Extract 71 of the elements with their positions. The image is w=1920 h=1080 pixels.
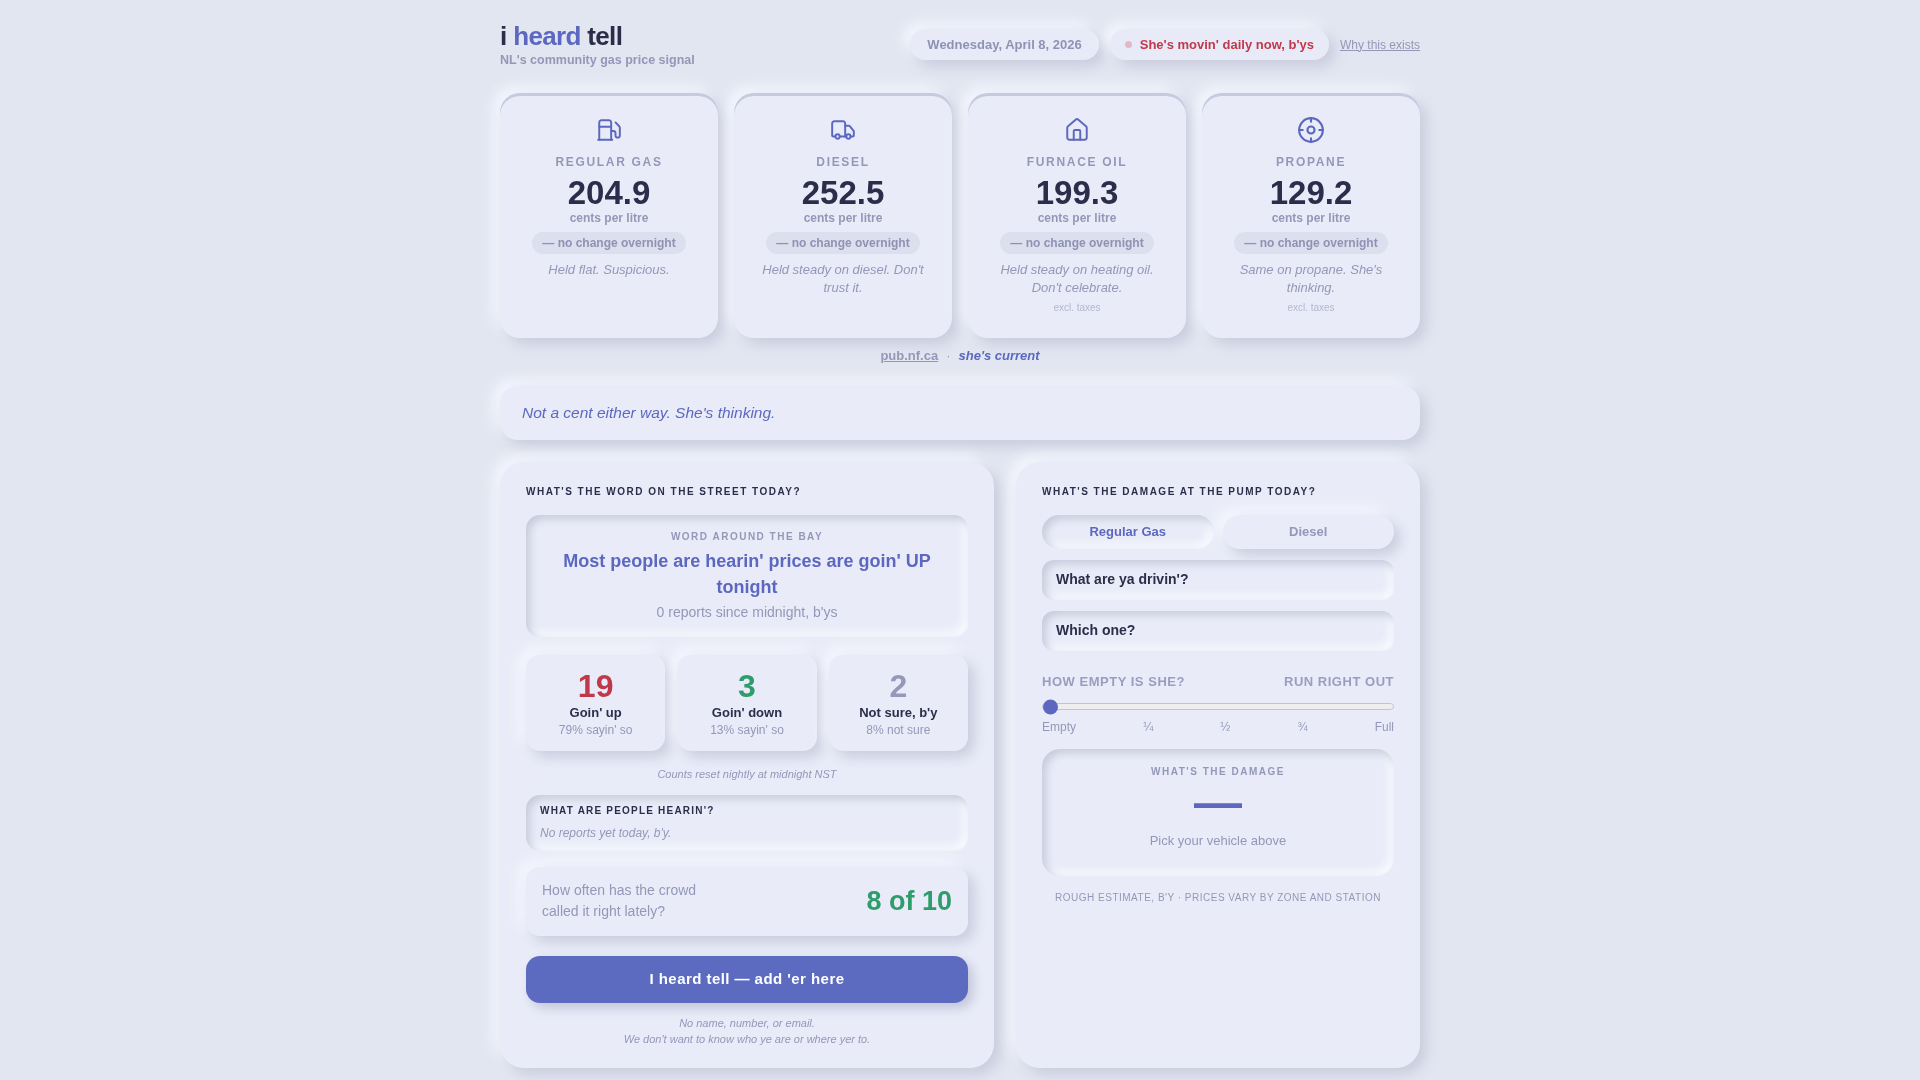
vehicle-select[interactable]: What are ya drivin'?	[1042, 559, 1394, 600]
vote-share: 79% sayin' so	[558, 722, 633, 738]
slider-tick-label: ¾	[1297, 719, 1308, 736]
fuel-note: Same on propane. She's thinking.	[1238, 261, 1384, 297]
empty-reports-text: No reports yet today, b'y.	[540, 825, 673, 840]
price-unit: cents per litre	[1037, 211, 1117, 225]
privacy-note: We don't want to know who ye are or where yer to.	[623, 1031, 871, 1047]
add-report-button[interactable]: I heard tell — add 'er here	[526, 955, 968, 1003]
report-count: 0 reports since midnight, b'ys	[656, 602, 838, 622]
fuel-price: 199.3	[1035, 175, 1119, 211]
section-heading: WHAT'S THE DAMAGE AT THE PUMP TODAY?	[1042, 485, 1318, 498]
fuel-label: DIESEL	[816, 154, 870, 171]
consensus-eyebrow: WORD AROUND THE BAY	[670, 529, 824, 544]
source-link[interactable]: pub.nf.ca	[880, 346, 939, 366]
fuel-tab[interactable]: Regular Gas	[1042, 514, 1214, 549]
consensus-headline: Most people are hearin' prices are goin' UP tonight	[562, 549, 932, 599]
vote-count: 2	[889, 668, 908, 703]
vote-label: Not sure, b'y	[859, 704, 938, 721]
estimate-value: —	[1194, 781, 1242, 825]
fuel-tab[interactable]: Diesel	[1222, 514, 1394, 549]
fuel-pump-icon	[596, 117, 622, 143]
slider-tick-label: Empty	[1042, 719, 1076, 736]
price-unit: cents per litre	[569, 211, 649, 225]
tagline: NL's community gas price signal	[500, 52, 695, 68]
fuel-price: 129.2	[1269, 175, 1353, 211]
slider-tick-label: ½	[1220, 719, 1231, 736]
fuel-note: Held steady on diesel. Don't trust it.	[761, 261, 925, 297]
accuracy-question: How often has the crowd called it right lately?	[542, 881, 698, 921]
slider-tick-label: ¼	[1143, 719, 1154, 736]
fuel-note: Held steady on heating oil. Don't celebrate.	[999, 261, 1155, 297]
change-pill: — no change overnight	[532, 232, 686, 254]
why-link[interactable]: Why this exists	[1340, 35, 1420, 54]
price-unit: cents per litre	[1271, 211, 1351, 225]
crosshair-icon	[1298, 117, 1324, 143]
change-pill: — no change overnight	[766, 232, 920, 254]
logo-title: i heard tell	[500, 20, 624, 52]
house-icon	[1064, 117, 1090, 143]
vote-share: 8% not sure	[866, 722, 931, 738]
estimate-heading: WHAT'S THE DAMAGE	[1151, 766, 1285, 778]
truck-icon	[830, 117, 856, 143]
section-heading: WHAT'S THE WORD ON THE STREET TODAY?	[526, 485, 803, 498]
vote-count: 19	[577, 668, 614, 703]
date-pill: Wednesday, April 8, 2026	[910, 29, 1099, 60]
freshness-status: she's current	[958, 347, 1040, 365]
vehicle-select[interactable]: Which one?	[1042, 610, 1394, 651]
fuel-label: REGULAR GAS	[555, 154, 663, 171]
slider-label: HOW EMPTY IS SHE?	[1042, 672, 1185, 691]
estimate-hint: Pick your vehicle above	[1149, 832, 1287, 850]
privacy-note: No name, number, or email.	[679, 1015, 815, 1031]
fuel-label: FURNACE OIL	[1026, 154, 1128, 171]
vote-share: 13% sayin' so	[710, 722, 784, 738]
status-text: She's movin' daily now, b'ys	[1139, 35, 1314, 54]
separator-dot: ·	[946, 347, 951, 365]
vote-label: Goin' down	[711, 704, 783, 721]
change-pill: — no change overnight	[1000, 232, 1154, 254]
accuracy-score: 8 of 10	[866, 884, 952, 918]
change-pill: — no change overnight	[1234, 232, 1388, 254]
slider-reading: RUN RIGHT OUT	[1283, 672, 1394, 691]
fuel-price: 252.5	[801, 175, 885, 211]
slider-tick-label: Full	[1374, 719, 1394, 736]
slider-thumb[interactable]	[1043, 699, 1058, 714]
summary-banner: Not a cent either way. She's thinking.	[500, 385, 1420, 440]
estimate-disclaimer: ROUGH ESTIMATE, B'Y · PRICES VARY BY ZONE AND STATION	[1054, 891, 1382, 905]
fuel-label: PROPANE	[1275, 154, 1347, 171]
reports-heading: WHAT ARE PEOPLE HEARIN'?	[540, 804, 716, 817]
fuel-price: 204.9	[567, 175, 651, 211]
vote-label: Goin' up	[569, 704, 622, 721]
price-unit: cents per litre	[803, 211, 883, 225]
fuel-note: Held flat. Suspicious.	[548, 261, 670, 279]
reset-note: Counts reset nightly at midnight NST	[656, 766, 838, 781]
vote-count: 3	[738, 668, 756, 703]
